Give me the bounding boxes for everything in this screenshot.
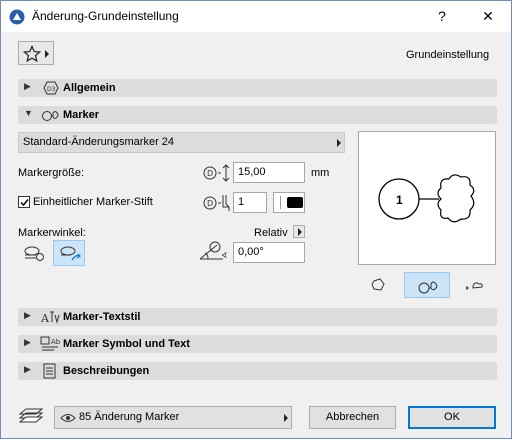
layer-icon <box>18 408 44 423</box>
chevron-right-icon <box>45 50 49 58</box>
relative-menu-button[interactable] <box>293 225 305 238</box>
angle-icon: ∢ <box>199 241 228 260</box>
marker-size-icon: D <box>203 164 230 182</box>
preset-name: Grundeinstellung <box>406 49 490 61</box>
marker-preview-drawing <box>378 174 475 223</box>
marker-shape-cloud-button[interactable] <box>362 272 394 298</box>
marker-circle-cloud-icon <box>418 281 438 294</box>
section-marker[interactable]: ▼ Marker <box>18 106 497 124</box>
symbol-text-icon: Ab <box>40 336 60 351</box>
layer-select[interactable]: 85 Änderung Marker <box>54 406 292 429</box>
marker-preview: 1 <box>358 131 496 265</box>
general-settings-icon: D3 <box>43 81 59 95</box>
marker-type-value: Standard-Änderungsmarker 24 <box>23 136 175 148</box>
section-label: Marker-Textstil <box>63 311 141 323</box>
title-bar: Änderung-Grundeinstellung ? ✕ <box>1 1 511 32</box>
angle-relative-button[interactable] <box>53 240 85 266</box>
marker-angle-label: Markerwinkel: <box>18 227 86 239</box>
section-general[interactable]: ▶ D3 Allgemein <box>18 79 497 97</box>
app-icon <box>9 9 25 25</box>
expand-arrow-icon: ▶ <box>24 310 31 320</box>
help-button[interactable]: ? <box>419 1 465 32</box>
chevron-right-icon <box>337 139 341 147</box>
cancel-button[interactable]: Abbrechen <box>309 406 396 429</box>
angle-absolute-button[interactable] <box>18 240 50 266</box>
chevron-right-icon <box>298 228 302 236</box>
section-label: Beschreibungen <box>63 365 150 377</box>
marker-type-select[interactable]: Standard-Änderungsmarker 24 <box>18 132 345 153</box>
svg-text:∢: ∢ <box>221 251 228 260</box>
preview-marker-number: 1 <box>396 193 403 207</box>
expand-arrow-icon: ▶ <box>24 337 31 347</box>
expand-arrow-icon: ▶ <box>24 81 31 91</box>
svg-text:A: A <box>40 312 50 325</box>
angle-relative-icon <box>60 246 81 261</box>
marker-shape-circle-cloud-button[interactable] <box>404 272 450 298</box>
marker-icon <box>42 111 59 121</box>
section-descriptions[interactable]: ▶ Beschreibungen <box>18 362 497 380</box>
angle-input[interactable]: 0,00° <box>233 242 305 263</box>
swatch-divider <box>280 196 281 209</box>
window-title: Änderung-Grundeinstellung <box>32 9 179 23</box>
relative-label: Relativ <box>254 227 288 239</box>
marker-size-input[interactable]: 15,00 <box>233 162 305 183</box>
svg-text:D: D <box>207 199 213 208</box>
expand-arrow-icon: ▶ <box>24 364 31 374</box>
pen-icon: D <box>203 195 230 211</box>
cloud-shape-icon <box>371 278 385 291</box>
chevron-right-icon <box>284 414 288 422</box>
eye-icon <box>60 414 76 422</box>
section-label: Marker Symbol und Text <box>63 338 190 350</box>
angle-absolute-icon <box>24 246 44 261</box>
section-marker-text-style[interactable]: ▶ A Marker-Textstil <box>18 308 497 326</box>
svg-text:D: D <box>207 169 213 178</box>
dialog-window: Änderung-Grundeinstellung ? ✕ Grundeinst… <box>0 0 512 439</box>
close-button[interactable]: ✕ <box>465 1 511 32</box>
marker-size-unit: mm <box>311 167 330 179</box>
pen-color-swatch[interactable] <box>273 192 305 213</box>
svg-text:D3: D3 <box>47 86 56 93</box>
uniform-pen-label: Einheitlicher Marker-Stift <box>33 196 153 208</box>
text-style-icon: A <box>40 311 60 325</box>
favorites-button[interactable] <box>18 41 54 65</box>
layer-value: 85 Änderung Marker <box>79 411 180 423</box>
pen-color-fill <box>287 197 303 208</box>
section-marker-symbol-text[interactable]: ▶ Ab Marker Symbol und Text <box>18 335 497 353</box>
marker-size-label: Markergröße: <box>18 167 85 179</box>
ok-button[interactable]: OK <box>408 406 496 429</box>
star-icon <box>23 45 41 63</box>
collapse-arrow-icon: ▼ <box>24 108 33 118</box>
pen-number-input[interactable]: 1 <box>233 192 267 213</box>
section-label: Marker <box>63 109 100 121</box>
checkmark-icon <box>20 199 29 207</box>
svg-text:Ab: Ab <box>51 338 60 346</box>
marker-shape-cloud-only-button[interactable] <box>459 272 491 298</box>
uniform-pen-checkbox[interactable] <box>18 196 30 208</box>
section-label: Allgemein <box>63 82 116 94</box>
cloud-only-icon <box>466 282 483 290</box>
document-icon <box>43 363 56 379</box>
